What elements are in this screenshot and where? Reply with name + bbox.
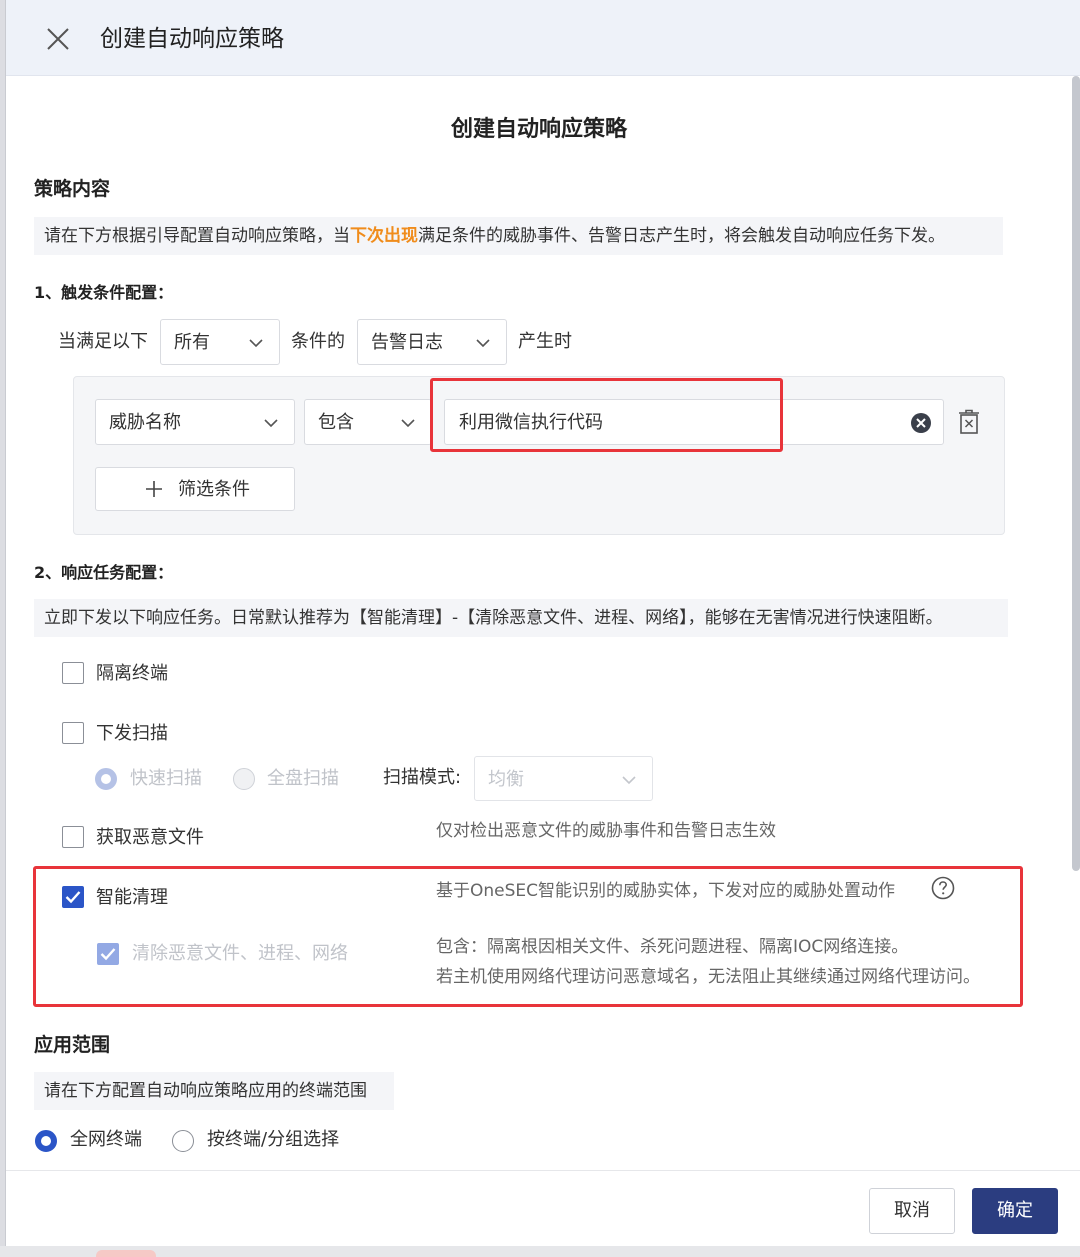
fetch-malicious-file-label: 获取恶意文件 [96,827,204,848]
full-scan-radio[interactable] [233,768,255,790]
section-title-scope: 应用范围 [34,1034,111,1056]
match-mode-select[interactable]: 所有 [160,319,280,365]
event-type-value: 告警日志 [371,332,443,353]
confirm-button[interactable]: 确定 [972,1188,1058,1234]
dispatch-scan-checkbox[interactable] [62,722,84,744]
annotation-box-condition [430,378,783,452]
quick-scan-radio[interactable] [95,768,117,790]
fetch-malicious-file-desc: 仅对检出恶意文件的威胁事件和告警日志生效 [436,821,776,841]
add-filter-label: 筛选条件 [178,479,250,500]
condition-field-select[interactable]: 威胁名称 [95,399,295,445]
scan-mode-label: 扫描模式: [383,767,462,788]
match-mode-value: 所有 [174,332,210,353]
scrollbar[interactable] [1072,76,1080,1170]
scrollbar-thumb[interactable] [1072,76,1080,871]
group-select-radio[interactable] [172,1130,194,1152]
trigger-middle-text: 条件的 [291,331,345,352]
add-filter-button[interactable]: 筛选条件 [95,467,295,511]
condition-field-value: 威胁名称 [109,412,181,433]
trash-icon[interactable] [957,409,981,435]
trigger-config-title: 1、触发条件配置： [34,283,174,302]
close-icon[interactable] [46,27,70,51]
create-policy-dialog: 创建自动响应策略 创建自动响应策略 策略内容 请在下方根据引导配置自动响应策略，… [6,0,1080,1246]
quick-scan-label: 快速扫描 [130,768,202,789]
chevron-down-icon [249,339,263,348]
strategy-info-highlight: 下次出现 [350,226,418,246]
group-select-label: 按终端/分组选择 [207,1129,340,1150]
scope-info: 请在下方配置自动响应策略应用的终端范围 [34,1072,394,1110]
section-title-strategy: 策略内容 [34,178,111,200]
strategy-info: 请在下方根据引导配置自动响应策略，当下次出现满足条件的威胁事件、告警日志产生时，… [34,217,1003,255]
response-config-title: 2、响应任务配置： [34,563,174,582]
plus-icon [146,481,162,497]
full-scan-label: 全盘扫描 [267,768,339,789]
dialog-footer: 取消 确定 [6,1170,1080,1246]
trigger-suffix-text: 产生时 [518,331,572,352]
annotation-box-smart-clean [33,866,1023,1007]
condition-operator-value: 包含 [318,412,354,433]
trigger-prefix-text: 当满足以下 [58,331,148,352]
clear-icon[interactable] [910,412,932,434]
dispatch-scan-label: 下发扫描 [96,723,168,744]
background-window-bottom [0,1246,1080,1257]
fetch-malicious-file-checkbox[interactable] [62,826,84,848]
dialog-header: 创建自动响应策略 [6,0,1080,76]
scan-mode-select[interactable]: 均衡 [474,756,653,801]
cancel-button[interactable]: 取消 [869,1188,955,1234]
isolate-endpoint-checkbox[interactable] [62,662,84,684]
condition-operator-select[interactable]: 包含 [304,399,432,445]
scan-mode-value: 均衡 [488,769,524,790]
chevron-down-icon [401,419,415,428]
all-endpoints-radio[interactable] [35,1130,57,1152]
isolate-endpoint-label: 隔离终端 [96,663,168,684]
chevron-down-icon [622,776,636,785]
strategy-info-suffix: 满足条件的威胁事件、告警日志产生时，将会触发自动响应任务下发。 [418,226,945,246]
all-endpoints-label: 全网终端 [70,1129,142,1150]
response-info: 立即下发以下响应任务。日常默认推荐为【智能清理】-【清除恶意文件、进程、网络】，… [34,599,1008,637]
chevron-down-icon [476,339,490,348]
chevron-down-icon [264,419,278,428]
event-type-select[interactable]: 告警日志 [357,319,507,365]
strategy-info-prefix: 请在下方根据引导配置自动响应策略，当 [44,226,350,246]
page-title: 创建自动响应策略 [450,117,627,142]
dialog-title: 创建自动响应策略 [100,26,284,52]
background-badge [96,1250,156,1257]
